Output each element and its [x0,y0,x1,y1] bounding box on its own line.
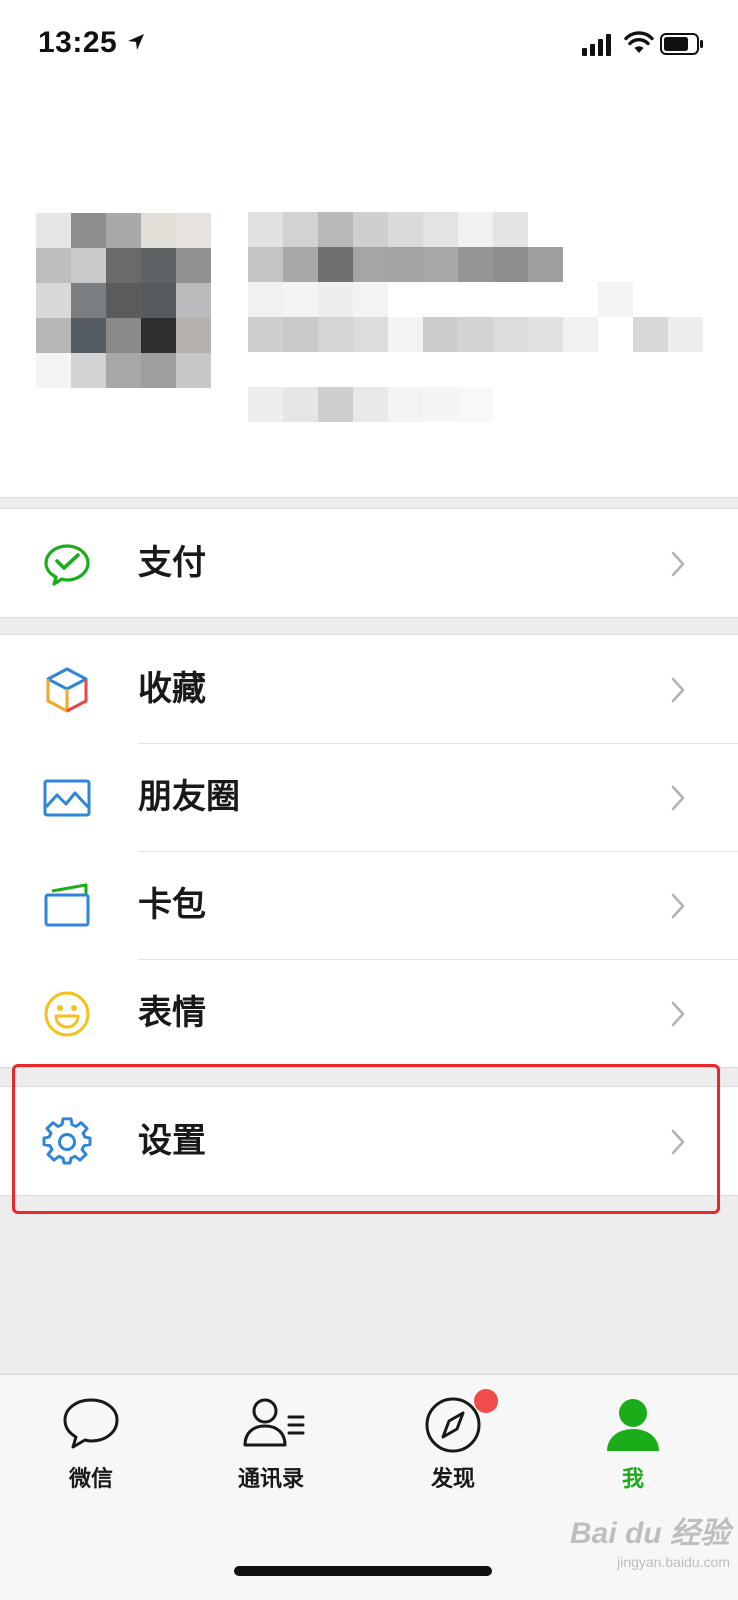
profile-header[interactable] [0,92,738,498]
sticker-smiley-icon [44,991,90,1037]
settings-gear-icon [42,1117,92,1165]
menu-item-pay[interactable]: 支付 [0,509,738,617]
tab-label: 微信 [68,1467,113,1492]
menu-item-stickers[interactable]: 表情 [0,959,738,1067]
contacts-icon [243,1398,305,1447]
chevron-right-icon [671,1001,685,1027]
chevron-right-icon [671,1129,685,1155]
profile-info-pixelated [248,212,703,422]
cellular-signal-icon [582,34,614,60]
tab-contacts[interactable]: 通讯录 [196,1375,346,1515]
status-time: 13:25 [38,26,118,59]
menu-item-label: 表情 [138,993,206,1033]
menu-group-main: 收藏 朋友圈 卡包 表情 [0,634,738,1068]
tab-label: 我 [621,1467,644,1492]
location-arrow-icon [126,32,146,56]
wifi-icon [624,31,654,59]
menu-item-moments[interactable]: 朋友圈 [0,743,738,851]
menu-group-settings: 设置 [0,1086,738,1196]
chevron-right-icon [671,785,685,811]
chevron-right-icon [671,677,685,703]
home-indicator[interactable] [234,1566,492,1576]
tab-label: 发现 [430,1467,475,1492]
status-bar: 13:25 [0,0,738,92]
watermark: Bai du 经验 jingyan.baidu.com [560,1508,730,1570]
menu-item-label: 收藏 [138,669,206,709]
menu-item-label: 朋友圈 [138,777,240,817]
menu-item-label: 卡包 [138,885,206,925]
notification-badge [474,1389,498,1413]
menu-group-pay: 支付 [0,508,738,618]
tab-label: 通讯录 [237,1467,304,1492]
tab-discover[interactable]: 发现 [378,1375,528,1515]
wechat-pay-icon [44,544,90,586]
chevron-right-icon [671,551,685,577]
card-wallet-icon [44,883,90,927]
menu-item-card-wallet[interactable]: 卡包 [0,851,738,959]
menu-item-label: 设置 [138,1121,206,1161]
tab-chats[interactable]: 微信 [16,1375,166,1515]
menu-item-label: 支付 [138,543,206,583]
moments-photo-icon [43,779,91,817]
chat-bubble-icon [63,1398,119,1449]
me-person-icon [607,1399,659,1451]
menu-item-settings[interactable]: 设置 [0,1087,738,1195]
avatar[interactable] [36,213,211,388]
menu-item-favorites[interactable]: 收藏 [0,635,738,743]
watermark-url: jingyan.baidu.com [617,1554,730,1570]
battery-icon [660,33,704,59]
chevron-right-icon [671,893,685,919]
favorites-cube-icon [46,667,88,713]
tab-me[interactable]: 我 [558,1375,708,1515]
watermark-brand: Bai du 经验 [569,1517,730,1550]
